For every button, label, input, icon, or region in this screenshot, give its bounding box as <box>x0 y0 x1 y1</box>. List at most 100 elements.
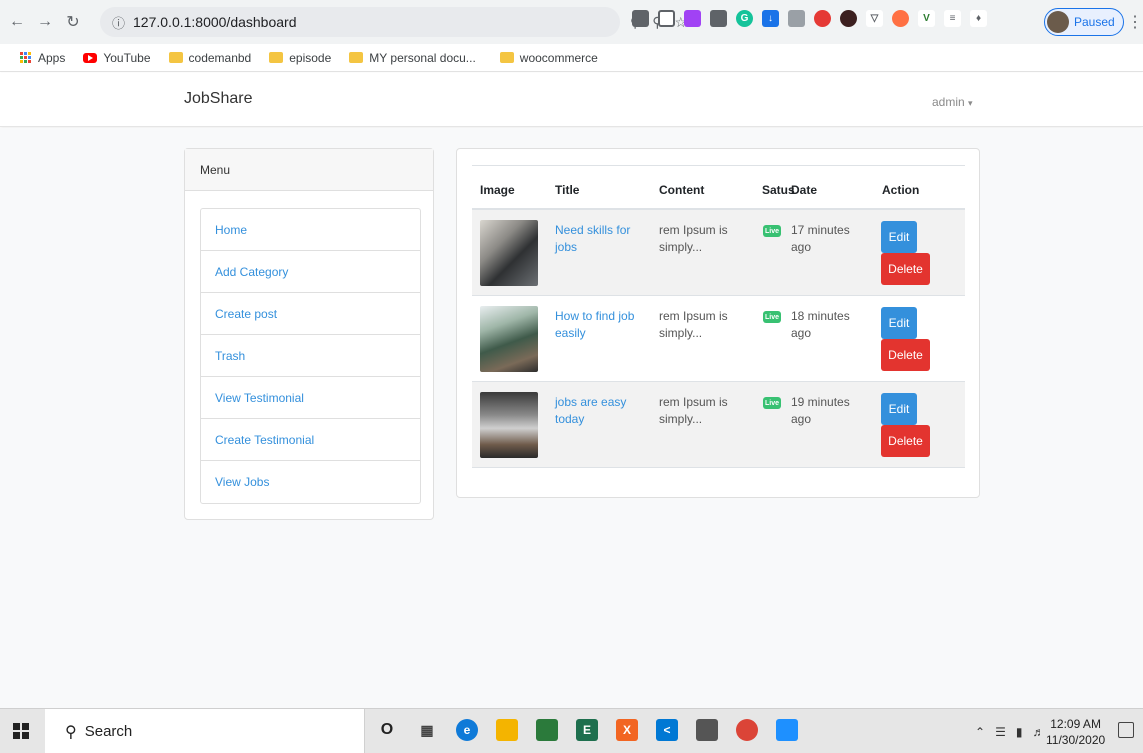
post-title-link[interactable]: jobs are easy today <box>555 394 645 428</box>
vscode-icon[interactable]: < <box>656 719 678 741</box>
sidebar-item-home[interactable]: Home <box>201 209 420 251</box>
chevron-up-icon[interactable]: ⌃ <box>975 725 985 739</box>
search-placeholder: Search <box>84 723 133 740</box>
header-image: Image <box>480 183 515 197</box>
wifi-icon[interactable]: ☰ <box>995 725 1006 739</box>
youtube-icon <box>83 52 98 63</box>
post-date: 19 minutes ago <box>791 395 850 426</box>
edit-button[interactable]: Edit <box>881 221 917 253</box>
orange-extension-icon[interactable] <box>892 10 909 27</box>
edit-button[interactable]: Edit <box>881 393 917 425</box>
edit-button[interactable]: Edit <box>881 307 917 339</box>
reload-icon[interactable]: ↻ <box>62 11 84 33</box>
vue-devtools-outline-icon[interactable]: ▽ <box>866 10 883 27</box>
bookmark-label: YouTube <box>103 50 151 65</box>
forward-icon[interactable]: → <box>34 11 56 33</box>
taskbar-search-box[interactable]: ⚲ Search <box>45 709 365 753</box>
folder-icon <box>269 52 284 63</box>
photos-icon[interactable] <box>776 719 798 741</box>
xampp-icon[interactable]: X <box>616 719 638 741</box>
chrome-icon[interactable] <box>736 719 758 741</box>
store-icon[interactable] <box>536 719 558 741</box>
post-content: rem Ipsum is simply... <box>659 223 728 254</box>
post-title-link[interactable]: Need skills for jobs <box>555 222 645 256</box>
bookmark-label: codemanbd <box>188 50 252 65</box>
editor-icon[interactable]: E <box>576 719 598 741</box>
screenshot-extension-icon[interactable] <box>658 10 675 27</box>
caret-down-icon: ▾ <box>968 98 973 108</box>
profile-button[interactable]: Paused <box>1044 8 1124 36</box>
post-title-link[interactable]: How to find job easily <box>555 308 645 342</box>
shield-extension-icon[interactable] <box>632 10 649 27</box>
volume-icon[interactable]: ♬ <box>1032 725 1044 739</box>
delete-button[interactable]: Delete <box>881 253 930 285</box>
status-badge: Live <box>763 397 781 409</box>
bookmark-youtube[interactable]: YouTube <box>83 50 151 65</box>
dark-extension-icon[interactable] <box>840 10 857 27</box>
red-extension-icon[interactable] <box>814 10 831 27</box>
post-date: 17 minutes ago <box>791 223 850 254</box>
brand-logo[interactable]: JobShare <box>184 90 253 108</box>
post-date: 18 minutes ago <box>791 309 850 340</box>
bookmark-apps[interactable]: Apps <box>20 51 65 65</box>
extensions-bar: G ↓ ▽ V ≡ ♦ <box>632 10 987 27</box>
header-status: Satus <box>762 183 795 197</box>
sidebar-item-create-post[interactable]: Create post <box>201 293 420 335</box>
task-view-icon[interactable]: ▦ <box>416 719 438 741</box>
app-navbar: JobShare admin ▾ <box>0 73 1143 127</box>
windows-start-icon[interactable] <box>13 723 29 739</box>
bookmark-woocommerce[interactable]: woocommerce <box>499 50 598 65</box>
camera-extension-icon[interactable] <box>788 10 805 27</box>
posts-table: Image Title Content Satus Date Action Ne… <box>472 165 965 468</box>
notepad-icon[interactable] <box>696 719 718 741</box>
posts-card: Image Title Content Satus Date Action Ne… <box>456 148 980 498</box>
puzzle-extensions-icon[interactable]: ♦ <box>970 10 987 27</box>
sidebar-item-trash[interactable]: Trash <box>201 335 420 377</box>
eyedropper-extension-icon[interactable] <box>710 10 727 27</box>
browser-toolbar: ← → ↻ ⓘ 127.0.0.1:8000/dashboard ⚲ ⚲ ☆ G… <box>0 0 1143 44</box>
grammarly-extension-icon[interactable]: G <box>736 10 753 27</box>
url-text: 127.0.0.1:8000/dashboard <box>133 14 297 30</box>
download-extension-icon[interactable]: ↓ <box>762 10 779 27</box>
sidebar-item-add-category[interactable]: Add Category <box>201 251 420 293</box>
sidebar-menu-card: Menu Home Add Category Create post Trash… <box>184 148 434 520</box>
cortana-icon[interactable]: O <box>376 719 398 741</box>
pen-extension-icon[interactable] <box>684 10 701 27</box>
system-tray: ⌃ ☰ ▮ ♬ <box>975 709 1044 753</box>
list-extension-icon[interactable]: ≡ <box>944 10 961 27</box>
back-icon[interactable]: ← <box>6 11 28 33</box>
folder-icon <box>499 52 514 63</box>
post-content: rem Ipsum is simply... <box>659 309 728 340</box>
clock-date: 11/30/2020 <box>1046 733 1106 747</box>
browser-menu-icon[interactable]: ⋮ <box>1127 12 1143 32</box>
battery-icon[interactable]: ▮ <box>1016 725 1023 739</box>
file-explorer-icon[interactable] <box>496 719 518 741</box>
bookmark-personal-docs[interactable]: MY personal docu... <box>349 51 476 65</box>
clock-time: 12:09 AM <box>1050 717 1101 731</box>
address-bar[interactable]: ⓘ 127.0.0.1:8000/dashboard ⚲ ⚲ ☆ <box>100 7 687 37</box>
sidebar-item-create-testimonial[interactable]: Create Testimonial <box>201 419 420 461</box>
vue-extension-icon[interactable]: V <box>918 10 935 27</box>
header-title: Title <box>555 183 580 197</box>
user-dropdown[interactable]: admin ▾ <box>932 95 973 109</box>
edge-icon[interactable]: e <box>456 719 478 741</box>
sidebar-item-view-jobs[interactable]: View Jobs <box>201 461 420 503</box>
bookmark-label: Apps <box>38 50 66 65</box>
bookmark-label: woocommerce <box>519 50 598 65</box>
sidebar-item-view-testimonial[interactable]: View Testimonial <box>201 377 420 419</box>
delete-button[interactable]: Delete <box>881 425 930 457</box>
delete-button[interactable]: Delete <box>881 339 930 371</box>
post-content: rem Ipsum is simply... <box>659 395 728 426</box>
folder-icon <box>349 52 364 63</box>
info-icon[interactable]: ⓘ <box>112 13 125 32</box>
status-badge: Live <box>763 311 781 323</box>
notification-icon[interactable] <box>1118 722 1134 738</box>
post-thumbnail <box>480 306 538 372</box>
avatar <box>1047 11 1069 33</box>
folder-icon <box>168 52 183 63</box>
bookmark-codemanbd[interactable]: codemanbd <box>168 50 252 65</box>
search-icon: ⚲ <box>65 723 77 741</box>
menu-title: Menu <box>185 149 433 191</box>
taskbar-clock[interactable]: 12:09 AM 11/30/2020 <box>1046 716 1105 748</box>
bookmark-episode[interactable]: episode <box>269 51 331 65</box>
